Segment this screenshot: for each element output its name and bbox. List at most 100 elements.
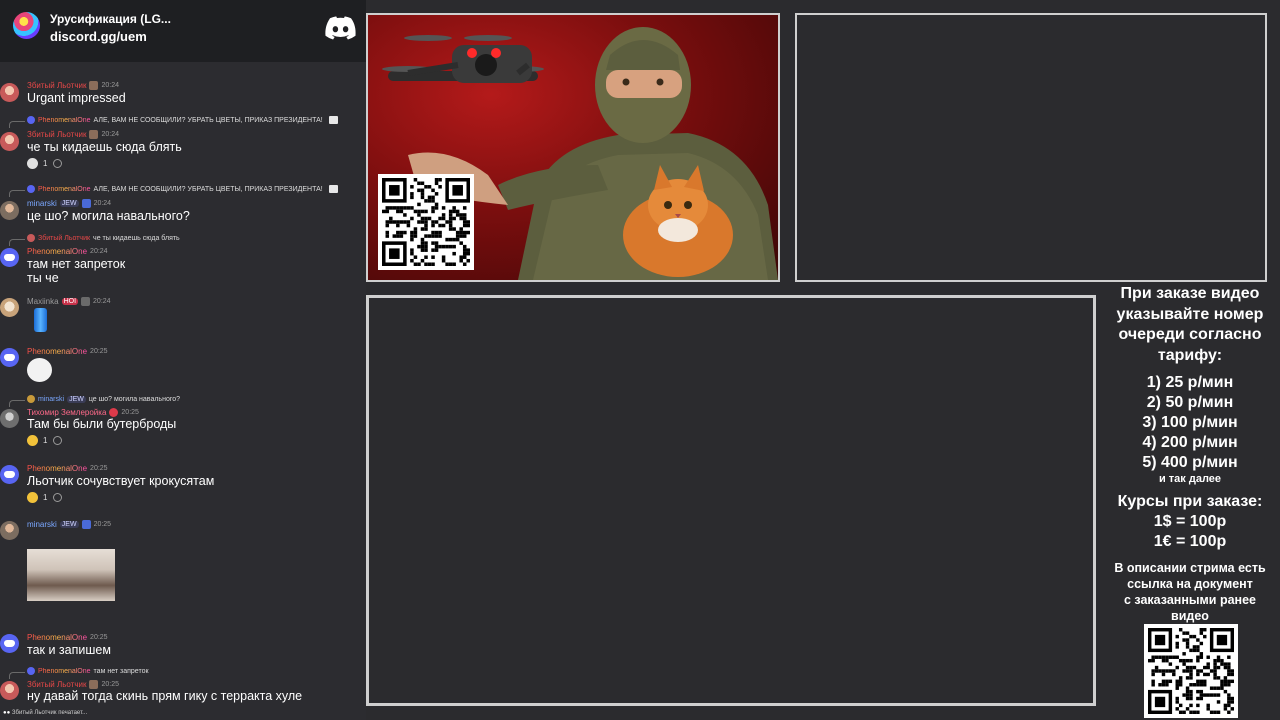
username[interactable]: Тихомир Землеройка (27, 408, 106, 417)
message-meta: PhenomenalOne 20:25 (27, 633, 108, 642)
message-text: че ты кидаешь сюда блять (27, 140, 182, 154)
reply-author: PhenomenalOne (38, 116, 91, 124)
add-reaction-icon[interactable] (53, 436, 63, 445)
soldier-cat-poster (366, 13, 780, 282)
image-attachment[interactable] (27, 549, 115, 601)
role-badge-icon (89, 680, 99, 689)
username[interactable]: Збитый Льотчик (27, 130, 86, 139)
username[interactable]: minarski (27, 520, 57, 529)
reaction[interactable]: 1 (27, 158, 47, 169)
description-line: ссылка на документ (1127, 577, 1253, 591)
message-meta: PhenomenalOne 20:25 (27, 464, 108, 473)
speech-bubble-emoji-icon (27, 158, 38, 169)
image-icon (328, 116, 338, 124)
message-meta: Тихомир Землеройка 20:25 (27, 408, 139, 417)
description-line: видео (1171, 609, 1209, 623)
reaction[interactable]: 1 (27, 492, 47, 503)
rate-line: 1€ = 100р (1153, 533, 1227, 550)
avatar[interactable] (0, 348, 19, 367)
reply-preview[interactable]: PhenomenalOne АЛЕ, ВАМ НЕ СООБЩИЛИ? УБРА… (27, 185, 338, 193)
message-meta: minarski JEW 20:25 (27, 520, 111, 529)
reply-preview[interactable]: PhenomenalOne там нет запреток (27, 667, 149, 675)
avatar[interactable] (0, 681, 19, 700)
qr-code-icon (378, 174, 474, 270)
reaction[interactable]: 1 (27, 435, 47, 446)
message-text: Urgant impressed (27, 91, 126, 105)
reply-preview[interactable]: Збитый Льотчик че ты кидаешь сюда блять (27, 234, 180, 242)
message-text: Там бы были бутерброды (27, 417, 177, 431)
username[interactable]: PhenomenalOne (27, 633, 87, 642)
reaction-bar: 1 (27, 435, 63, 446)
price-tier: 4) 200 р/мин (1142, 434, 1238, 451)
username[interactable]: Maxiinka (27, 297, 59, 306)
avatar[interactable] (0, 298, 19, 317)
description-line: с заказанными ранее (1123, 593, 1256, 607)
avatar[interactable] (0, 248, 19, 267)
timestamp: 20:24 (93, 298, 111, 305)
reply-icon (9, 121, 25, 128)
avatar[interactable] (0, 634, 19, 653)
avatar[interactable] (0, 83, 19, 102)
username[interactable]: PhenomenalOne (27, 247, 87, 256)
discord-logo-icon (325, 16, 356, 40)
message-meta: Збитый Льотчик 20:25 (27, 680, 119, 689)
reply-preview[interactable]: PhenomenalOne АЛЕ, ВАМ НЕ СООБЩИЛИ? УБРА… (27, 116, 338, 124)
reaction-bar: 1 (27, 158, 63, 169)
chat-header: Урусификация (LG... discord.gg/uem (0, 0, 366, 62)
server-invite-link[interactable]: discord.gg/uem (50, 29, 147, 44)
avatar[interactable] (0, 465, 19, 484)
add-reaction-icon[interactable] (53, 159, 63, 168)
reply-text: АЛЕ, ВАМ НЕ СООБЩИЛИ? УБРАТЬ ЦВЕТЫ, ПРИК… (93, 185, 323, 193)
reply-avatar (27, 116, 35, 124)
reaction-count: 1 (43, 159, 48, 168)
info-heading-line: тарифу: (1157, 346, 1223, 364)
info-heading-line: указывайте номер (1116, 305, 1264, 323)
avatar[interactable] (0, 521, 19, 540)
reply-text: че ты кидаешь сюда блять (93, 234, 180, 242)
message-text: Льотчик сочувствует крокусятам (27, 474, 215, 488)
username[interactable]: Збитый Льотчик (27, 680, 86, 689)
rates-title: Курсы при заказе: (1117, 493, 1263, 510)
avatar[interactable] (0, 409, 19, 428)
user-tag: HOI (61, 298, 79, 305)
username[interactable]: PhenomenalOne (27, 347, 87, 356)
price-tier: 1) 25 р/мин (1146, 374, 1234, 391)
username[interactable]: PhenomenalOne (27, 464, 87, 473)
reply-author: minarski (38, 395, 65, 403)
timestamp: 20:24 (93, 200, 112, 207)
add-reaction-icon[interactable] (53, 493, 63, 502)
info-heading-line: очереди согласно (1118, 326, 1262, 343)
reply-author: PhenomenalOne (38, 667, 91, 675)
message-text: ну давай тогда скинь прям гику с терракт… (27, 689, 303, 703)
reaction-count: 1 (43, 436, 48, 445)
chat-overlay: Урусификация (LG... discord.gg/uem Збиты… (0, 0, 366, 720)
message-text: це шо? могила навального? (27, 209, 190, 223)
timestamp: 20:25 (93, 521, 112, 528)
price-tier: 3) 100 р/мин (1142, 414, 1238, 431)
poster-illustration (378, 27, 778, 280)
order-info-panel: При заказе видео указывайте номер очеред… (1100, 284, 1280, 624)
sticker-can[interactable] (34, 308, 47, 332)
user-tag: JEW (67, 395, 86, 403)
message-meta: Збитый Льотчик 20:24 (27, 130, 119, 139)
sticker-face[interactable] (27, 358, 52, 382)
message-text: ты че (27, 271, 59, 285)
avatar[interactable] (0, 132, 19, 151)
reply-avatar (27, 185, 35, 193)
role-badge-icon (81, 297, 91, 306)
qr-code-icon[interactable] (1144, 624, 1238, 718)
username[interactable]: Збитый Льотчик (27, 81, 86, 90)
reply-author: PhenomenalOne (38, 185, 91, 193)
server-icon[interactable] (13, 12, 40, 39)
role-badge-icon (81, 520, 91, 529)
reply-preview[interactable]: minarski JEW це шо? могила навального? (27, 395, 180, 403)
role-badge-icon (89, 81, 99, 90)
message-meta: Maxiinka HOI 20:24 (27, 297, 111, 306)
reply-icon (9, 190, 25, 197)
avatar[interactable] (0, 201, 19, 220)
price-etc: и так далее (1158, 473, 1222, 485)
reply-text: АЛЕ, ВАМ НЕ СООБЩИЛИ? УБРАТЬ ЦВЕТЫ, ПРИК… (93, 116, 323, 124)
username[interactable]: minarski (27, 199, 57, 208)
message-meta: PhenomenalOne 20:25 (27, 347, 108, 356)
reaction-count: 1 (43, 493, 48, 502)
